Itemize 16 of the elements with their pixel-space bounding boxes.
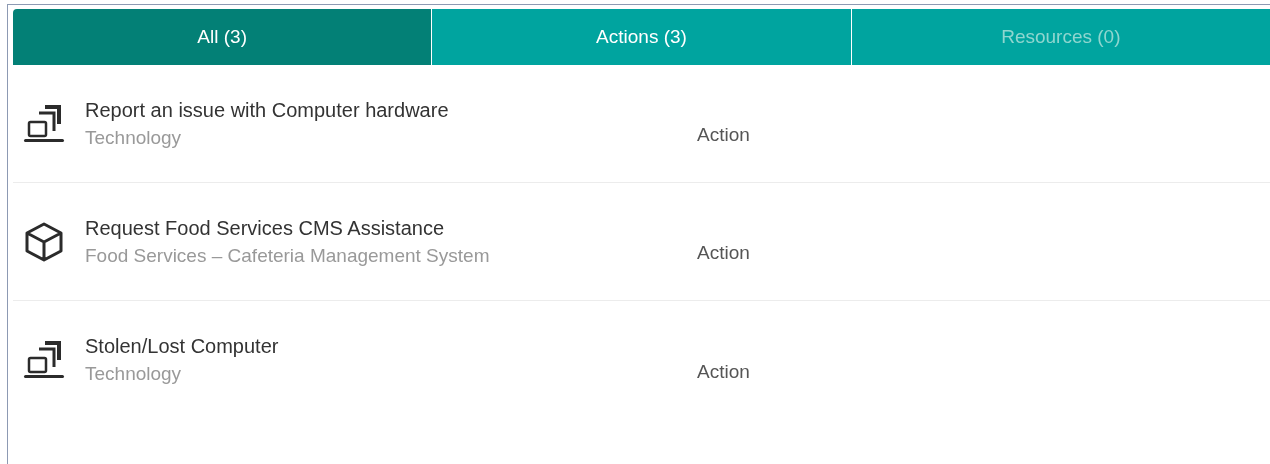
item-type: Action xyxy=(697,241,750,266)
list-item[interactable]: Request Food Services CMS Assistance Food Services – Cafeteria Management System Action xyxy=(13,183,1270,301)
list-item[interactable]: Stolen/Lost Computer Technology Action xyxy=(13,301,1270,419)
item-type: Action xyxy=(697,359,750,384)
tab[interactable]: All (3) xyxy=(13,9,432,65)
item-category: Technology xyxy=(85,362,183,386)
item-title: Stolen/Lost Computer xyxy=(85,334,280,359)
computer-icon xyxy=(23,339,65,381)
item-title: Report an issue with Computer hardware xyxy=(85,97,450,123)
item-category: Food Services – Cafeteria Management System xyxy=(85,243,491,268)
item-category: Technology xyxy=(85,125,183,150)
item-title: Request Food Services CMS Assistance xyxy=(85,215,446,241)
list-item[interactable]: Report an issue with Computer hardware Technology Action xyxy=(13,65,1270,183)
item-type: Action xyxy=(697,123,750,148)
cube-icon xyxy=(23,220,65,263)
computer-icon xyxy=(23,102,65,145)
